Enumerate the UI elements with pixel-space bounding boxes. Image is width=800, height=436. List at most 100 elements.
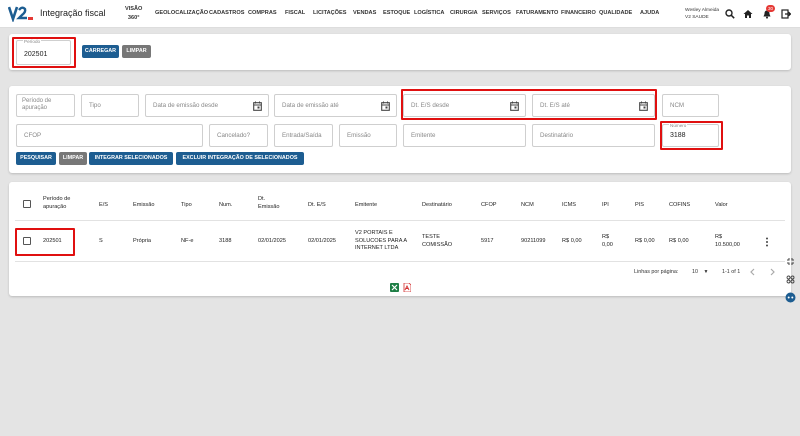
rows-per-page-select[interactable]: 10 ▼ [692, 269, 708, 275]
entrada-saida-placeholder: Entrada/Saída [282, 132, 322, 139]
data-emissao-desde-placeholder: Data de emissão desde [153, 102, 219, 109]
search-icon[interactable] [725, 9, 735, 19]
data-emissao-ate-field[interactable]: Data de emissão até [274, 94, 397, 117]
pdf-export-icon[interactable] [403, 283, 411, 292]
cell-ipi-line2: 0,00 [602, 241, 613, 248]
header-valor[interactable]: Valor [715, 201, 728, 209]
cancelado-placeholder: Cancelado? [217, 132, 251, 139]
header-cfop[interactable]: CFOP [481, 201, 497, 209]
chat-bot-icon[interactable] [785, 292, 796, 303]
highlight-numero [660, 121, 723, 150]
v2-logo[interactable] [8, 5, 34, 22]
carregar-button[interactable]: CARREGAR [82, 45, 119, 58]
highlight-periodo [12, 37, 76, 68]
logout-icon[interactable] [781, 9, 791, 19]
cell-icms: R$ 0,00 [562, 238, 582, 244]
emissao-placeholder: Emissão [347, 132, 371, 139]
cell-ipi-line1: R$ [602, 234, 610, 240]
nav-estoque[interactable]: ESTOQUE [383, 10, 410, 16]
cfop-field[interactable]: CFOP [16, 124, 203, 147]
pagination-range: 1-1 of 1 [722, 269, 741, 275]
emitente-placeholder: Emitente [411, 132, 436, 139]
header-emissao[interactable]: Emissão [133, 201, 154, 209]
cell-num: 3188 [219, 238, 232, 244]
nav-faturamento[interactable]: FATURAMENTO [516, 10, 558, 16]
cell-dt-emissao: 02/01/2025 [258, 238, 286, 244]
emissao-field[interactable]: Emissão [339, 124, 397, 147]
pesquisar-button[interactable]: PESQUISAR [16, 152, 56, 165]
header-icms[interactable]: ICMS [562, 201, 576, 209]
chevron-right-icon[interactable] [769, 268, 776, 276]
header-dt-emissao[interactable]: Dt. Emissão [258, 195, 279, 211]
nav-licitacoes[interactable]: LICITAÇÕES [313, 10, 346, 16]
header-dt-es[interactable]: Dt. E/S [308, 201, 326, 209]
nav-qualidade[interactable]: QUALIDADE [599, 10, 632, 16]
cell-destinatario-line1: TESTE [422, 234, 441, 240]
cell-destinatario: TESTE COMISSÃO [422, 234, 452, 249]
entrada-saida-field[interactable]: Entrada/Saída [274, 124, 333, 147]
calendar-icon[interactable] [381, 101, 390, 111]
cell-valor-line1: R$ [715, 234, 723, 240]
calendar-icon[interactable] [253, 101, 262, 111]
integrar-selecionados-button[interactable]: INTEGRAR SELECIONADOS [89, 152, 173, 165]
header-periodo[interactable]: Período de apuração [43, 195, 70, 211]
header-destinatario[interactable]: Destinatário [422, 201, 452, 209]
more-vert-icon[interactable] [763, 237, 771, 247]
cell-cfop: 5917 [481, 238, 494, 244]
emitente-field[interactable]: Emitente [403, 124, 526, 147]
highlight-dt-es [401, 89, 657, 120]
cell-emitente-line1: V2 PORTAIS E [355, 230, 393, 236]
chevron-left-icon[interactable] [749, 268, 756, 276]
header-emitente[interactable]: Emitente [355, 201, 377, 209]
header-num[interactable]: Num. [219, 201, 232, 209]
nav-compras[interactable]: COMPRAS [248, 10, 277, 16]
header-ipi[interactable]: IPI [602, 201, 609, 209]
data-emissao-ate-placeholder: Data de emissão até [282, 102, 339, 109]
header-periodo-line2: apuração [43, 204, 67, 210]
header-cofins[interactable]: COFINS [669, 201, 690, 209]
cell-ncm: 90211099 [521, 238, 546, 244]
cell-cofins: R$ 0,00 [669, 238, 689, 244]
header-pis[interactable]: PIS [635, 201, 644, 209]
nav-vendas[interactable]: VENDAS [353, 10, 376, 16]
header-tipo[interactable]: Tipo [181, 201, 192, 209]
highlight-row-periodo [15, 228, 75, 256]
grid-icon[interactable] [786, 275, 795, 284]
user-company: V2 SAUDE [685, 15, 709, 20]
cell-emitente-line2: SOLUCOES PARA A [355, 237, 408, 244]
nav-geolocalizacao[interactable]: GEOLOCALIZAÇÃO [155, 10, 208, 16]
periodo-apuracao-placeholder: Período de apuração [22, 98, 52, 111]
header-ncm[interactable]: NCM [521, 201, 534, 209]
periodo-apuracao-field[interactable]: Período de apuração [16, 94, 75, 117]
limpar-top-button[interactable]: LIMPAR [122, 45, 151, 58]
data-emissao-desde-field[interactable]: Data de emissão desde [145, 94, 269, 117]
nav-servicos[interactable]: SERVIÇOS [482, 10, 511, 16]
cell-dt-es: 02/01/2025 [308, 238, 336, 244]
nav-financeiro[interactable]: FINANCEIRO [561, 10, 596, 16]
user-info[interactable]: Wesley Almeida V2 SAUDE [685, 7, 719, 21]
nav-cadastros[interactable]: CADASTROS [209, 10, 244, 16]
tipo-field[interactable]: Tipo [81, 94, 139, 117]
home-icon[interactable] [743, 9, 753, 19]
fullscreen-exit-icon[interactable] [786, 257, 795, 266]
cell-emitente: V2 PORTAIS E SOLUCOES PARA A INTERNET LT… [355, 230, 407, 253]
cell-ipi: R$ 0,00 [602, 234, 613, 249]
nav-visao-line1: VISÃO [125, 6, 143, 12]
cell-pis: R$ 0,00 [635, 238, 655, 244]
nav-visao-360[interactable]: VISÃO 360° [125, 5, 142, 23]
destinatario-field[interactable]: Destinatário [532, 124, 655, 147]
user-name: Wesley Almeida [685, 8, 720, 13]
nav-fiscal[interactable]: FISCAL [285, 10, 305, 16]
excluir-integracao-button[interactable]: EXCLUIR INTEGRAÇÃO DE SELECIONADOS [176, 152, 304, 165]
nav-cirurgia[interactable]: CIRURGIA [450, 10, 478, 16]
header-es[interactable]: E/S [99, 201, 108, 209]
nav-logistica[interactable]: LOGÍSTICA [414, 10, 444, 16]
limpar-filters-button[interactable]: LIMPAR [59, 152, 87, 165]
ncm-field[interactable]: NCM [662, 94, 719, 117]
header-divider [15, 220, 785, 221]
top-navigation-bar: Integração fiscal VISÃO 360° GEOLOCALIZA… [0, 0, 800, 28]
select-all-checkbox[interactable] [23, 200, 31, 208]
cancelado-field[interactable]: Cancelado? [209, 124, 268, 147]
nav-ajuda[interactable]: AJUDA [640, 10, 659, 16]
excel-export-icon[interactable] [390, 283, 399, 292]
